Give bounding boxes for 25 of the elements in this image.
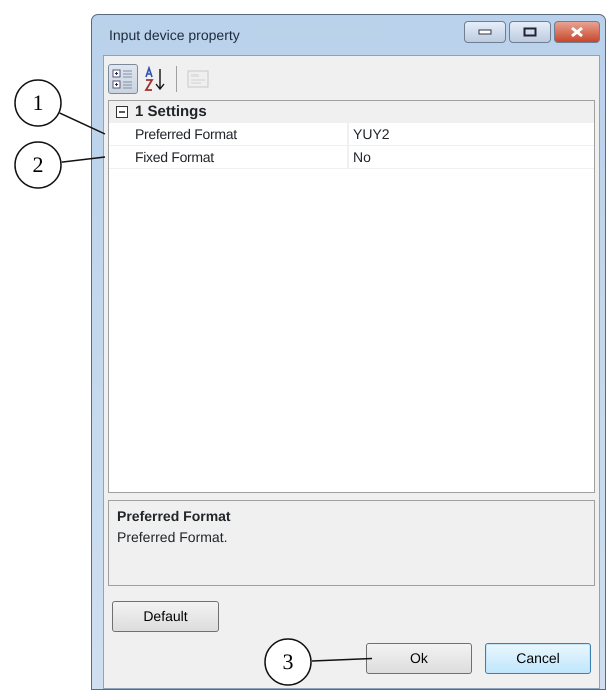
callout-number: 1 <box>14 79 62 127</box>
window-title: Input device property <box>109 26 240 45</box>
help-title: Preferred Format <box>117 507 232 526</box>
leader-line <box>59 112 106 135</box>
collapse-icon[interactable] <box>116 106 128 118</box>
minimize-icon <box>478 29 492 35</box>
maximize-icon <box>523 27 537 37</box>
property-name[interactable]: Preferred Format <box>109 123 347 145</box>
property-name[interactable]: Fixed Format <box>109 146 347 168</box>
maximize-button[interactable] <box>509 21 551 43</box>
cancel-button[interactable]: Cancel <box>485 643 591 674</box>
minimize-button[interactable] <box>464 21 506 43</box>
ok-button[interactable]: Ok <box>366 643 472 674</box>
property-value[interactable]: No <box>349 146 594 168</box>
callout-number: 3 <box>264 638 312 686</box>
callout-number: 2 <box>14 141 62 189</box>
help-text: Preferred Format. <box>117 528 228 547</box>
categorized-view-button[interactable] <box>108 64 138 94</box>
leader-line <box>62 156 106 163</box>
category-label: 1 Settings <box>135 102 207 122</box>
default-button[interactable]: Default <box>112 601 219 632</box>
property-value[interactable]: YUY2 <box>349 123 594 145</box>
close-icon <box>570 26 584 38</box>
close-button[interactable] <box>554 21 600 43</box>
leader-line <box>312 658 372 662</box>
